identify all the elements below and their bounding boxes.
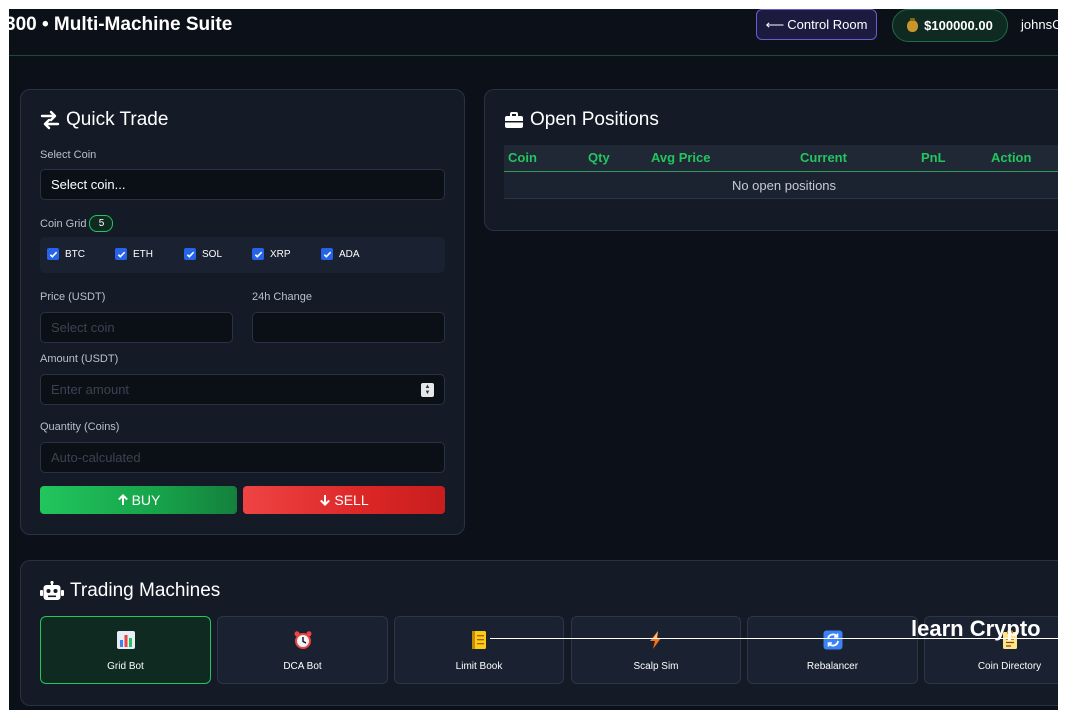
checkbox-checked-icon[interactable]: [47, 248, 59, 260]
col-current[interactable]: Current: [800, 150, 847, 165]
refresh-icon: [823, 630, 842, 650]
quantity-placeholder: Auto-calculated: [51, 450, 141, 465]
quantity-field[interactable]: Auto-calculated: [40, 442, 445, 473]
app-window: 300 • Multi-Machine Suite ⟵ Control Room…: [9, 9, 1058, 710]
trading-machines-title-text: Trading Machines: [70, 580, 221, 601]
money-bag-icon: [907, 17, 919, 32]
col-avg-price[interactable]: Avg Price: [651, 150, 711, 165]
control-room-button[interactable]: ⟵ Control Room: [756, 9, 877, 40]
trading-machines-panel: Trading Machines Grid Bot DCA Bot Limit …: [20, 560, 1058, 706]
checkbox-checked-icon[interactable]: [115, 248, 127, 260]
machine-limit-book[interactable]: Limit Book: [394, 616, 564, 684]
machine-scalp-sim[interactable]: Scalp Sim: [571, 616, 741, 684]
open-positions-panel: Open Positions Coin Qty Avg Price Curren…: [484, 89, 1058, 231]
swap-arrows-icon: [40, 110, 60, 130]
stepper-down-icon[interactable]: ▼: [425, 390, 431, 396]
machine-label: Limit Book: [455, 661, 503, 672]
positions-empty-row: No open positions: [504, 172, 1058, 199]
alarm-clock-icon: [294, 631, 311, 649]
sell-button[interactable]: SELL: [243, 486, 445, 514]
coin-checkbox-label: BTC: [65, 248, 85, 260]
machine-dca-bot[interactable]: DCA Bot: [217, 616, 388, 684]
coin-checkbox-sol[interactable]: SOL: [184, 248, 222, 260]
checkbox-checked-icon[interactable]: [184, 248, 196, 260]
coin-checkbox-ada[interactable]: ADA: [321, 248, 360, 260]
coin-grid: BTC ETH SOL XRP ADA: [40, 237, 445, 273]
machine-label: Rebalancer: [806, 661, 859, 672]
balance-value: $100000.00: [924, 18, 993, 33]
overlay-learn-crypto: learn Crypto: [911, 616, 1041, 641]
amount-label: Amount (USDT): [40, 353, 119, 365]
coin-select[interactable]: Select coin...: [40, 169, 445, 200]
coin-grid-label: Coin Grid 5: [40, 215, 114, 232]
quantity-label: Quantity (Coins): [40, 421, 120, 433]
coin-select-value: Select coin...: [51, 177, 126, 192]
robot-icon: [40, 581, 64, 600]
positions-table-header: Coin Qty Avg Price Current PnL Action: [504, 145, 1058, 172]
machine-label: Grid Bot: [107, 661, 144, 672]
sell-label: SELL: [334, 492, 369, 508]
machine-label: Coin Directory: [977, 661, 1042, 672]
username[interactable]: johnsC: [1021, 17, 1058, 32]
amount-placeholder: Enter amount: [51, 382, 130, 397]
coin-checkbox-label: ETH: [133, 248, 153, 260]
amount-stepper[interactable]: ▲ ▼: [421, 383, 434, 397]
select-coin-label: Select Coin: [40, 149, 97, 161]
quick-trade-panel: Quick Trade Select Coin Select coin... C…: [20, 89, 465, 535]
coin-checkbox-label: XRP: [270, 248, 291, 260]
top-bar: 300 • Multi-Machine Suite ⟵ Control Room…: [9, 9, 1058, 56]
machine-rebalancer[interactable]: Rebalancer: [747, 616, 918, 684]
coin-grid-count-badge: 5: [89, 215, 114, 232]
col-pnl[interactable]: PnL: [921, 150, 946, 165]
price-placeholder: Select coin: [51, 320, 115, 335]
col-coin[interactable]: Coin: [508, 150, 537, 165]
price-label: Price (USDT): [40, 291, 106, 303]
coin-checkbox-eth[interactable]: ETH: [115, 248, 153, 260]
machine-label: DCA Bot: [283, 661, 322, 672]
control-room-label: Control Room: [787, 17, 868, 32]
open-positions-title-text: Open Positions: [530, 109, 659, 130]
machine-grid-bot[interactable]: Grid Bot: [40, 616, 211, 684]
checkbox-checked-icon[interactable]: [321, 248, 333, 260]
coin-checkbox-xrp[interactable]: XRP: [252, 248, 291, 260]
bar-chart-icon: [116, 631, 135, 649]
open-positions-title: Open Positions: [504, 109, 659, 131]
change-field[interactable]: [252, 312, 445, 343]
quick-trade-title-text: Quick Trade: [66, 109, 169, 130]
buy-button[interactable]: BUY: [40, 486, 237, 514]
ledger-icon: [472, 631, 486, 649]
coin-checkbox-btc[interactable]: BTC: [47, 248, 85, 260]
machine-label: Scalp Sim: [633, 661, 679, 672]
arrow-left-icon: ⟵: [765, 16, 785, 32]
col-qty[interactable]: Qty: [588, 150, 610, 165]
lightning-icon: [650, 631, 661, 649]
trading-machines-title: Trading Machines: [40, 580, 220, 602]
amount-field[interactable]: Enter amount ▲ ▼: [40, 374, 445, 405]
quick-trade-title: Quick Trade: [40, 109, 168, 131]
col-action[interactable]: Action: [991, 150, 1031, 165]
arrow-down-icon: [320, 495, 331, 506]
balance-badge: $100000.00: [892, 9, 1008, 42]
price-field[interactable]: Select coin: [40, 312, 233, 343]
buy-label: BUY: [131, 492, 161, 508]
coin-checkbox-label: SOL: [202, 248, 223, 260]
app-title: 300 • Multi-Machine Suite: [9, 14, 233, 35]
coin-grid-label-text: Coin Grid: [40, 217, 87, 230]
arrow-up-icon: [117, 494, 128, 505]
change-label: 24h Change: [252, 291, 312, 303]
checkbox-checked-icon[interactable]: [252, 248, 264, 260]
briefcase-icon: [505, 112, 523, 128]
coin-checkbox-label: ADA: [339, 248, 360, 260]
